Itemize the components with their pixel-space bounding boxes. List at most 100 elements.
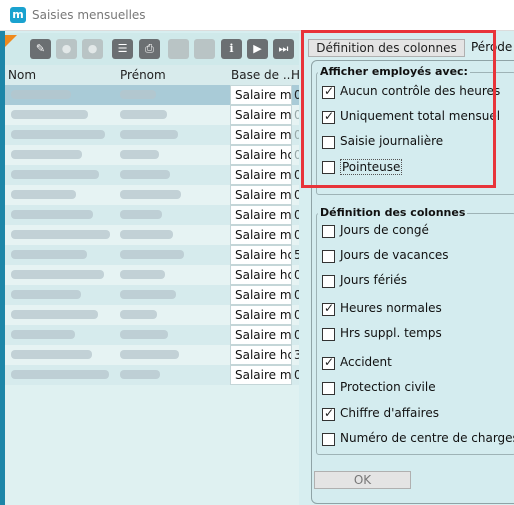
blurred-nom	[11, 350, 92, 359]
corner-marker-icon	[5, 35, 17, 47]
cell-base[interactable]: Salaire ho	[230, 265, 292, 285]
table-row[interactable]: Salaire m0	[5, 105, 299, 125]
cancel-circle-icon[interactable]: ●	[82, 39, 103, 59]
cell-h[interactable]: 0	[292, 125, 299, 145]
blurred-nom	[11, 90, 71, 99]
blurred-nom	[11, 110, 88, 119]
blurred-prenom	[120, 230, 173, 239]
cell-base[interactable]: Salaire m	[230, 125, 292, 145]
option-label: Heures normales	[340, 301, 442, 315]
cell-h[interactable]: 0	[292, 105, 299, 125]
header-base[interactable]: Base de ...	[231, 68, 294, 82]
checkbox-icon[interactable]	[322, 433, 335, 446]
list-icon[interactable]: ☰	[112, 39, 133, 59]
checkbox-checked-icon[interactable]: ✓	[322, 406, 335, 421]
app-logo-icon: m	[10, 7, 26, 23]
blurred-nom	[11, 230, 110, 239]
cell-base[interactable]: Salaire m	[230, 305, 292, 325]
table-row[interactable]: Salaire m0.0	[5, 305, 299, 325]
checkbox-icon[interactable]	[322, 275, 335, 288]
disabled-button-icon[interactable]	[168, 39, 189, 59]
cell-h[interactable]: 0.0	[292, 205, 299, 225]
table-row[interactable]: Salaire m0.0	[5, 205, 299, 225]
cell-base[interactable]: Salaire ho	[230, 345, 292, 365]
cell-h[interactable]: 0.0	[292, 265, 299, 285]
option-label: Numéro de centre de charges	[340, 431, 514, 445]
cell-base[interactable]: Salaire m	[230, 165, 292, 185]
table-row[interactable]: Salaire ho 0	[5, 145, 299, 165]
blurred-nom	[11, 130, 105, 139]
cell-h[interactable]: 0	[292, 85, 299, 105]
disabled-button-icon[interactable]	[194, 39, 215, 59]
checkbox-icon[interactable]	[322, 382, 335, 395]
cell-base[interactable]: Salaire m	[230, 325, 292, 345]
table-row[interactable]: Salaire m0.0	[5, 225, 299, 245]
blurred-nom	[11, 190, 76, 199]
info-icon[interactable]: i	[221, 39, 242, 59]
table-row[interactable]: Salaire ho59.	[5, 245, 299, 265]
cell-h[interactable]: 0.0	[292, 225, 299, 245]
blurred-prenom	[120, 330, 168, 339]
option-label: Chiffre d'affaires	[340, 406, 439, 420]
cell-h[interactable]: 59.	[292, 245, 299, 265]
cell-h[interactable]: 0	[292, 165, 299, 185]
cell-h[interactable]: 0.0	[292, 365, 299, 385]
cell-h[interactable]: 0.0	[292, 325, 299, 345]
cell-base[interactable]: Salaire ho	[230, 245, 292, 265]
check-circle-icon[interactable]: ●	[56, 39, 77, 59]
table-row[interactable]: Salaire m0.0	[5, 285, 299, 305]
cell-base[interactable]: Salaire ho	[230, 145, 292, 165]
option-label: Jours fériés	[340, 273, 407, 287]
blurred-prenom	[120, 350, 179, 359]
cell-base[interactable]: Salaire m	[230, 365, 292, 385]
checkbox-icon[interactable]	[322, 328, 335, 341]
ok-button[interactable]: OK	[314, 471, 411, 489]
option-label: Jours de vacances	[340, 248, 449, 262]
checkbox-icon[interactable]	[322, 250, 335, 263]
cell-h[interactable]: 0.0	[292, 305, 299, 325]
table-row[interactable]: Salaire ho0.0	[5, 265, 299, 285]
table-row[interactable]: Salaire m0.0	[5, 185, 299, 205]
header-prenom[interactable]: Prénom	[120, 68, 166, 82]
option-label: Jours de congé	[340, 223, 429, 237]
blurred-prenom	[120, 270, 165, 279]
option-label: Hrs suppl. temps	[340, 326, 442, 340]
table-row[interactable]: Salaire m0.0	[5, 325, 299, 345]
checkbox-icon[interactable]	[322, 225, 335, 238]
blurred-nom	[11, 170, 99, 179]
header-h[interactable]: H	[291, 68, 300, 82]
cell-base[interactable]: Salaire m	[230, 285, 292, 305]
print-icon[interactable]: ⎙	[139, 39, 160, 59]
table-row[interactable]: Salaire m0	[5, 85, 299, 105]
cell-h[interactable]: 0.0	[292, 185, 299, 205]
cell-h[interactable]: 0	[292, 145, 299, 165]
cell-base[interactable]: Salaire m	[230, 225, 292, 245]
table-header: Nom Prénom Base de ... H	[5, 65, 300, 85]
blurred-nom	[11, 370, 109, 379]
checkbox-checked-icon[interactable]: ✓	[322, 355, 335, 370]
cell-base[interactable]: Salaire m	[230, 105, 292, 125]
cell-base[interactable]: Salaire m	[230, 85, 292, 105]
table-row[interactable]: Salaire m0	[5, 125, 299, 145]
group2-title: Définition des colonnes	[318, 206, 468, 219]
highlight-box	[301, 30, 496, 188]
checkbox-checked-icon[interactable]: ✓	[322, 301, 335, 316]
cell-h[interactable]: 0.0	[292, 285, 299, 305]
table-row[interactable]: Salaire ho30.	[5, 345, 299, 365]
skip-end-icon[interactable]: ⏭	[273, 39, 294, 59]
blurred-prenom	[120, 210, 162, 219]
header-nom[interactable]: Nom	[8, 68, 36, 82]
blurred-prenom	[120, 90, 156, 99]
cell-h[interactable]: 30.	[292, 345, 299, 365]
cell-base[interactable]: Salaire m	[230, 185, 292, 205]
option-label: Accident	[340, 355, 392, 369]
blurred-prenom	[120, 250, 184, 259]
table-row[interactable]: Salaire m0	[5, 165, 299, 185]
table-row[interactable]: Salaire m0.0	[5, 365, 299, 385]
edit-pencil-icon[interactable]: ✎	[30, 39, 51, 59]
blurred-prenom	[120, 170, 170, 179]
cell-base[interactable]: Salaire m	[230, 205, 292, 225]
play-icon[interactable]: ▶	[247, 39, 268, 59]
blurred-prenom	[120, 190, 181, 199]
blurred-nom	[11, 290, 81, 299]
